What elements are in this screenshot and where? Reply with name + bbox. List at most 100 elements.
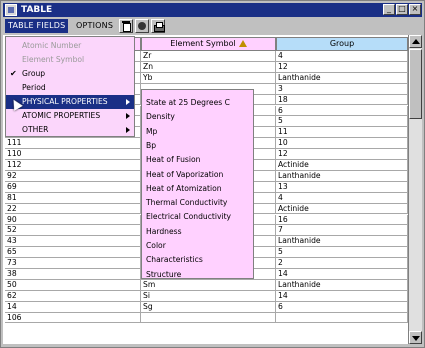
- element-symbol-cell[interactable]: Zr: [141, 51, 276, 62]
- scroll-down-icon[interactable]: [409, 331, 422, 344]
- menu-item-atomic-number[interactable]: Atomic Number: [6, 39, 134, 53]
- window-title: TABLE: [21, 5, 53, 15]
- group-cell[interactable]: 13: [276, 181, 408, 193]
- atomic-number-cell[interactable]: 65: [5, 247, 141, 259]
- submenu-item-electrical-conductivity[interactable]: Electrical Conductivity: [146, 210, 231, 223]
- group-cell[interactable]: 7: [276, 225, 408, 237]
- physical-properties-submenu: State at 25 Degrees C Density Mp Bp Heat of …: [141, 89, 254, 279]
- group-cell[interactable]: Actinide: [276, 160, 408, 171]
- scroll-thumb[interactable]: [409, 49, 422, 119]
- group-cell[interactable]: 6: [276, 105, 408, 117]
- group-cell[interactable]: 4: [276, 51, 408, 62]
- minimize-button[interactable]: _: [383, 4, 395, 15]
- group-cell[interactable]: 2: [276, 258, 408, 269]
- table-row[interactable]: 14 Sg 6: [5, 301, 408, 313]
- group-cell[interactable]: 14: [276, 269, 408, 280]
- check-icon: ✔: [10, 69, 17, 78]
- group-cell[interactable]: 12: [276, 61, 408, 73]
- atomic-number-cell[interactable]: 81: [5, 192, 141, 204]
- atomic-number-cell[interactable]: 52: [5, 225, 141, 237]
- group-cell[interactable]: Lanthanide: [276, 170, 408, 182]
- table-fields-menu-button[interactable]: TABLE FIELDS: [5, 19, 69, 33]
- submenu-item-heat-of-atomization[interactable]: Heat of Atomization: [146, 182, 222, 195]
- column-header-element-symbol[interactable]: Element Symbol: [141, 37, 276, 51]
- element-symbol-cell[interactable]: Yb: [141, 72, 276, 84]
- group-cell[interactable]: 6: [276, 301, 408, 313]
- submenu-item-thermal-conductivity[interactable]: Thermal Conductivity: [146, 196, 227, 209]
- toolbar: TABLE FIELDS OPTIONS: [3, 18, 422, 34]
- submenu-item-heat-of-vaporization[interactable]: Heat of Vaporization: [146, 168, 223, 181]
- menu-item-group[interactable]: ✔ Group: [6, 67, 134, 81]
- group-cell[interactable]: 4: [276, 192, 408, 204]
- title-bar[interactable]: TABLE _ □ ×: [3, 3, 422, 17]
- group-cell[interactable]: Actinide: [276, 203, 408, 215]
- group-cell[interactable]: 14: [276, 290, 408, 302]
- element-symbol-cell[interactable]: Si: [141, 290, 276, 302]
- atomic-number-cell[interactable]: 38: [5, 269, 141, 280]
- element-symbol-cell[interactable]: Zn: [141, 61, 276, 73]
- element-symbol-cell[interactable]: [141, 312, 276, 324]
- menu-item-label: ATOMIC PROPERTIES: [22, 111, 101, 120]
- group-cell[interactable]: Lanthanide: [276, 236, 408, 248]
- table-app-icon[interactable]: [5, 4, 17, 16]
- atomic-number-cell[interactable]: 14: [5, 301, 141, 313]
- submenu-item-structure[interactable]: Structure: [146, 268, 181, 281]
- maximize-button[interactable]: □: [396, 4, 408, 15]
- menu-item-atomic-properties[interactable]: ATOMIC PROPERTIES: [6, 109, 134, 123]
- table-row[interactable]: 62 Si 14: [5, 290, 408, 302]
- submenu-item-hardness[interactable]: Hardness: [146, 225, 182, 238]
- menu-item-element-symbol[interactable]: Element Symbol: [6, 53, 134, 67]
- element-symbol-cell[interactable]: Sg: [141, 301, 276, 313]
- group-cell[interactable]: 12: [276, 149, 408, 160]
- atomic-number-cell[interactable]: 73: [5, 258, 141, 269]
- chemistry-icon[interactable]: [135, 19, 149, 33]
- atomic-number-cell[interactable]: 22: [5, 203, 141, 215]
- column-header-group[interactable]: Group: [276, 37, 408, 51]
- table-row[interactable]: 50 Sm Lanthanide: [5, 279, 408, 291]
- atomic-number-cell[interactable]: 106: [5, 312, 141, 324]
- scroll-up-icon[interactable]: [409, 35, 422, 48]
- trash-icon[interactable]: [119, 19, 133, 33]
- close-button[interactable]: ×: [409, 4, 421, 15]
- submenu-arrow-icon: [126, 127, 130, 133]
- atomic-number-cell[interactable]: 110: [5, 149, 141, 160]
- table-row[interactable]: 106: [5, 312, 408, 324]
- group-cell[interactable]: 5: [276, 116, 408, 128]
- group-cell[interactable]: Lanthanide: [276, 72, 408, 84]
- menu-item-other[interactable]: OTHER: [6, 123, 134, 137]
- atomic-number-cell[interactable]: 90: [5, 214, 141, 226]
- submenu-item-state-at-25-degrees-c[interactable]: State at 25 Degrees C: [146, 96, 230, 109]
- atomic-number-cell[interactable]: 43: [5, 236, 141, 248]
- atomic-number-cell[interactable]: 111: [5, 138, 141, 150]
- group-cell[interactable]: 5: [276, 247, 408, 259]
- menu-item-label: Group: [22, 69, 46, 78]
- menu-item-label: Atomic Number: [22, 41, 82, 50]
- table-window: TABLE _ □ × TABLE FIELDS OPTIONS Element…: [0, 0, 425, 348]
- group-cell[interactable]: 11: [276, 127, 408, 139]
- group-cell[interactable]: 18: [276, 94, 408, 106]
- atomic-number-cell[interactable]: 50: [5, 279, 141, 291]
- submenu-item-bp[interactable]: Bp: [146, 139, 156, 152]
- atomic-number-cell[interactable]: 92: [5, 170, 141, 182]
- submenu-item-mp[interactable]: Mp: [146, 125, 157, 138]
- menu-item-label: OTHER: [22, 125, 49, 134]
- options-menu-button[interactable]: OPTIONS: [73, 19, 117, 33]
- print-icon[interactable]: [151, 19, 165, 33]
- submenu-item-heat-of-fusion[interactable]: Heat of Fusion: [146, 153, 200, 166]
- group-cell[interactable]: 16: [276, 214, 408, 226]
- group-cell[interactable]: [276, 312, 408, 324]
- group-cell[interactable]: 10: [276, 138, 408, 150]
- element-symbol-cell[interactable]: Sm: [141, 279, 276, 291]
- atomic-number-cell[interactable]: 62: [5, 290, 141, 302]
- menu-item-physical-properties[interactable]: PHYSICAL PROPERTIES: [6, 95, 134, 109]
- menu-item-period[interactable]: Period: [6, 81, 134, 95]
- group-cell[interactable]: Lanthanide: [276, 279, 408, 291]
- submenu-arrow-icon: [126, 113, 130, 119]
- vertical-scrollbar[interactable]: [408, 35, 422, 344]
- group-cell[interactable]: 3: [276, 83, 408, 95]
- atomic-number-cell[interactable]: 112: [5, 160, 141, 171]
- submenu-item-density[interactable]: Density: [146, 110, 175, 123]
- submenu-item-characteristics[interactable]: Characteristics: [146, 253, 203, 266]
- atomic-number-cell[interactable]: 69: [5, 181, 141, 193]
- submenu-item-color[interactable]: Color: [146, 239, 166, 252]
